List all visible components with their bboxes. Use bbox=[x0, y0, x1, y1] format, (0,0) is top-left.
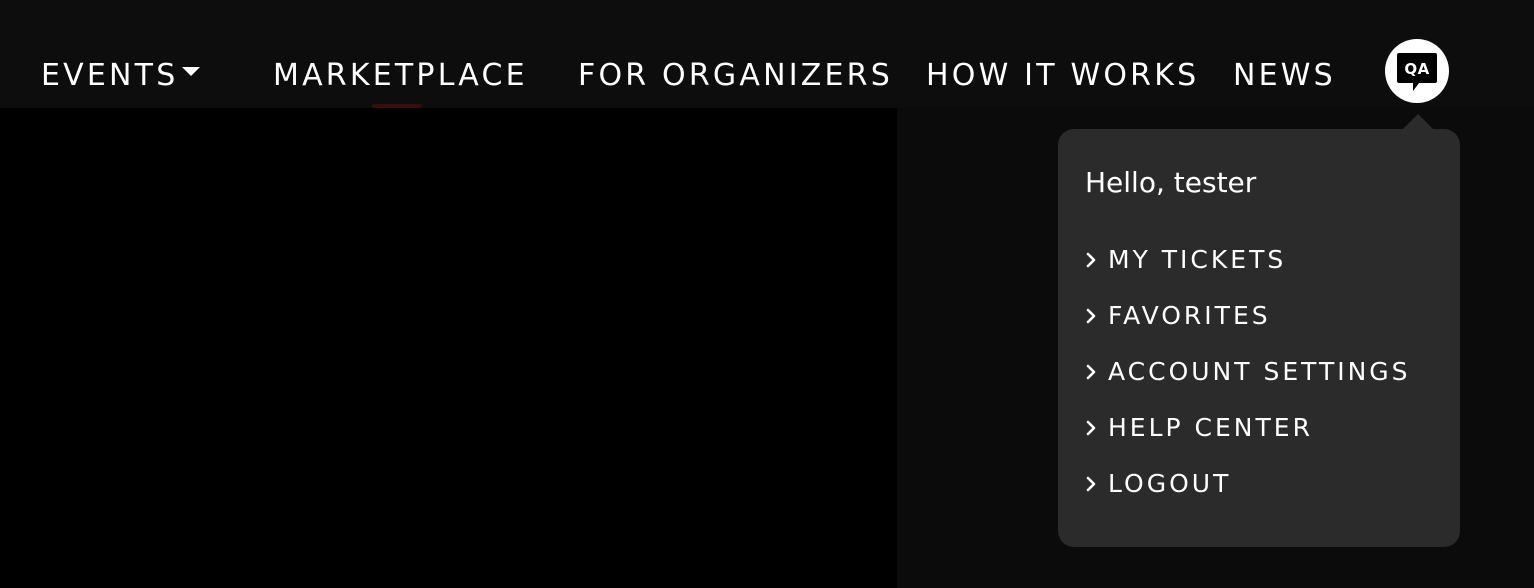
hero-left-panel bbox=[0, 108, 897, 588]
nav-news[interactable]: NEWS bbox=[1233, 56, 1336, 96]
menu-item-label: MY TICKETS bbox=[1108, 245, 1287, 274]
caret-down-icon bbox=[182, 67, 201, 76]
nav-how-it-works[interactable]: HOW IT WORKS bbox=[926, 56, 1199, 96]
chevron-right-icon bbox=[1086, 308, 1096, 324]
page: EVENTS MARKETPLACE FOR ORGANIZERS HOW IT… bbox=[0, 0, 1534, 588]
menu-item-label: LOGOUT bbox=[1108, 469, 1232, 498]
chevron-right-icon bbox=[1086, 420, 1096, 436]
avatar-initials: QA bbox=[1404, 60, 1429, 78]
avatar-speech-bubble-icon: QA bbox=[1397, 53, 1437, 91]
menu-item-label: ACCOUNT SETTINGS bbox=[1108, 357, 1411, 386]
hero-accent-hint bbox=[372, 104, 422, 108]
nav-marketplace[interactable]: MARKETPLACE bbox=[273, 56, 528, 96]
user-menu-dropdown: Hello, tester MY TICKETS FAVORITES ACCOU… bbox=[1058, 129, 1460, 547]
menu-item-label: FAVORITES bbox=[1108, 301, 1271, 330]
user-greeting: Hello, tester bbox=[1085, 166, 1257, 199]
chevron-right-icon bbox=[1086, 364, 1096, 380]
menu-item-label: HELP CENTER bbox=[1108, 413, 1313, 442]
dropdown-pointer bbox=[1402, 114, 1434, 130]
chevron-right-icon bbox=[1086, 476, 1096, 492]
nav-events[interactable]: EVENTS bbox=[41, 56, 201, 96]
chevron-right-icon bbox=[1086, 252, 1096, 268]
nav-for-organizers[interactable]: FOR ORGANIZERS bbox=[578, 56, 893, 96]
user-avatar-button[interactable]: QA bbox=[1385, 39, 1449, 103]
nav-events-label: EVENTS bbox=[41, 58, 179, 93]
